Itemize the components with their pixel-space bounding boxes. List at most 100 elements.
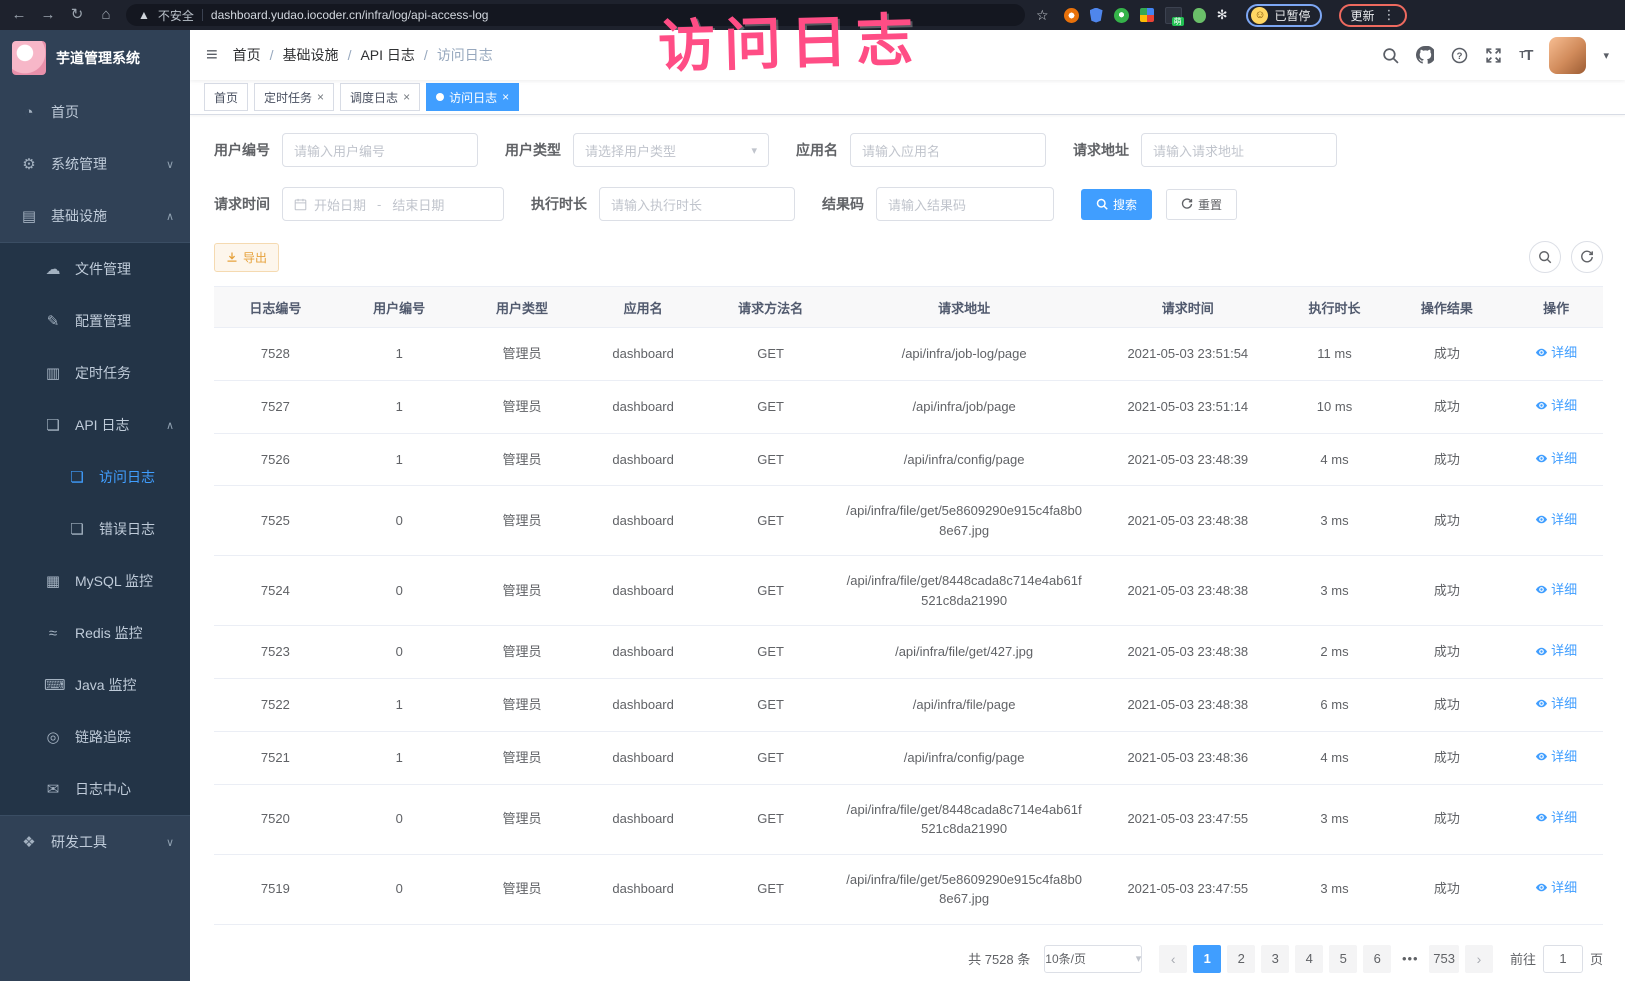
- extension-badge: 萌: [1172, 17, 1184, 26]
- sidebar-item-system-management[interactable]: ⚙ 系统管理 ∨: [0, 138, 190, 190]
- page-size-select[interactable]: 10条/页 ▾: [1044, 945, 1142, 973]
- browser-menu-icon[interactable]: ⋮: [1383, 7, 1396, 23]
- home-icon[interactable]: ⌂: [97, 0, 115, 30]
- breadcrumb-infrastructure[interactable]: 基础设施: [283, 45, 339, 65]
- page-button-4[interactable]: 4: [1295, 945, 1323, 973]
- cell-user_id: 0: [337, 626, 462, 679]
- extension-icon-sprout[interactable]: [1193, 8, 1206, 23]
- app-name-label: 应用名: [796, 140, 838, 160]
- sidebar-item-mysql-monitor[interactable]: ▦ MySQL 监控: [0, 555, 190, 607]
- reset-button[interactable]: 重置: [1166, 189, 1237, 220]
- close-icon[interactable]: ×: [317, 90, 324, 104]
- browser-profile-button[interactable]: ☺ 已暂停: [1246, 4, 1322, 27]
- tab-label: 调度日志: [350, 89, 398, 106]
- chevron-down-icon: ∨: [166, 836, 174, 849]
- page-button-6[interactable]: 6: [1363, 945, 1391, 973]
- sidebar-item-file-management[interactable]: ☁ 文件管理: [0, 243, 190, 295]
- sidebar-item-dev-tools[interactable]: ❖ 研发工具 ∨: [0, 816, 190, 868]
- back-icon[interactable]: ←: [10, 0, 28, 30]
- goto-page-input[interactable]: [1543, 945, 1583, 973]
- table-header-row: 日志编号 用户编号 用户类型 应用名 请求方法名 请求地址 请求时间 执行时长 …: [214, 287, 1603, 328]
- extension-icon-green[interactable]: [1114, 8, 1129, 23]
- breadcrumb-separator: /: [424, 47, 428, 63]
- tab-scheduled-tasks[interactable]: 定时任务 ×: [254, 83, 334, 111]
- extension-icon-shield[interactable]: [1090, 8, 1103, 23]
- extensions-puzzle-icon[interactable]: ✻: [1217, 7, 1228, 23]
- sidebar-item-log-center[interactable]: ✉ 日志中心: [0, 763, 190, 815]
- detail-link[interactable]: 详细: [1535, 343, 1577, 363]
- sidebar-item-java-monitor[interactable]: ⌨ Java 监控: [0, 659, 190, 711]
- bookmark-star-icon[interactable]: ☆: [1036, 7, 1049, 24]
- more-pages-icon[interactable]: •••: [1397, 951, 1423, 966]
- detail-link[interactable]: 详细: [1535, 808, 1577, 828]
- request-time-range-picker[interactable]: 开始日期 - 结束日期: [282, 187, 504, 221]
- tab-schedule-log[interactable]: 调度日志 ×: [340, 83, 420, 111]
- cell-user_type: 管理员: [462, 784, 583, 854]
- page-button-3[interactable]: 3: [1261, 945, 1289, 973]
- page-button-2[interactable]: 2: [1227, 945, 1255, 973]
- prev-page-button[interactable]: ‹: [1159, 945, 1187, 973]
- export-button[interactable]: 导出: [214, 243, 279, 272]
- detail-link[interactable]: 详细: [1535, 747, 1577, 767]
- hamburger-icon[interactable]: ≡: [206, 44, 218, 67]
- detail-link[interactable]: 详细: [1535, 449, 1577, 469]
- duration-input[interactable]: 请输入执行时长: [599, 187, 795, 221]
- search-icon[interactable]: [1382, 47, 1399, 64]
- detail-link[interactable]: 详细: [1535, 694, 1577, 714]
- toggle-search-button[interactable]: [1529, 241, 1561, 273]
- search-icon: [1538, 250, 1552, 264]
- request-url-input[interactable]: 请输入请求地址: [1141, 133, 1337, 167]
- sidebar-item-label: MySQL 监控: [75, 571, 153, 591]
- font-size-icon[interactable]: TT: [1519, 47, 1532, 64]
- tab-home[interactable]: 首页: [204, 83, 248, 111]
- sidebar-item-home[interactable]: ◔ 首页: [0, 86, 190, 138]
- forward-icon[interactable]: →: [39, 0, 57, 30]
- breadcrumb-home[interactable]: 首页: [233, 45, 261, 65]
- sidebar-logo[interactable]: 芋道管理系统: [0, 30, 190, 86]
- tab-access-log[interactable]: 访问日志 ×: [426, 83, 519, 111]
- avatar-caret-icon[interactable]: ▾: [1603, 49, 1609, 62]
- cell-url: /api/infra/file/get/427.jpg: [837, 626, 1091, 679]
- next-page-button[interactable]: ›: [1465, 945, 1493, 973]
- sidebar-item-access-log[interactable]: ❏ 访问日志: [0, 451, 190, 503]
- github-icon[interactable]: [1416, 46, 1434, 64]
- sidebar-item-scheduled-tasks[interactable]: ▥ 定时任务: [0, 347, 190, 399]
- cell-action: 详细: [1509, 433, 1603, 486]
- sidebar-item-redis-monitor[interactable]: ≈ Redis 监控: [0, 607, 190, 659]
- fullscreen-icon[interactable]: [1485, 47, 1502, 64]
- extension-icon-orange[interactable]: [1064, 8, 1079, 23]
- browser-update-button[interactable]: 更新 ⋮: [1339, 4, 1406, 27]
- close-icon[interactable]: ×: [403, 90, 410, 104]
- cell-app: dashboard: [582, 784, 704, 854]
- detail-link[interactable]: 详细: [1535, 396, 1577, 416]
- page-button-last[interactable]: 753: [1429, 945, 1459, 973]
- page-button-1[interactable]: 1: [1193, 945, 1221, 973]
- close-icon[interactable]: ×: [502, 90, 509, 104]
- extension-icon-dark[interactable]: 萌: [1165, 7, 1182, 24]
- sidebar-item-api-log[interactable]: ❏ API 日志 ∧: [0, 399, 190, 451]
- result-code-input[interactable]: 请输入结果码: [876, 187, 1054, 221]
- refresh-table-button[interactable]: [1571, 241, 1603, 273]
- extension-icon-grid[interactable]: [1140, 8, 1154, 22]
- user-type-select[interactable]: 请选择用户类型 ▾: [573, 133, 769, 167]
- breadcrumb-api-log[interactable]: API 日志: [360, 45, 414, 65]
- sidebar-item-link-tracing[interactable]: ◎ 链路追踪: [0, 711, 190, 763]
- detail-link[interactable]: 详细: [1535, 878, 1577, 898]
- app-name-input[interactable]: 请输入应用名: [850, 133, 1046, 167]
- help-icon[interactable]: ?: [1451, 47, 1468, 64]
- sidebar-item-config-management[interactable]: ✎ 配置管理: [0, 295, 190, 347]
- detail-link[interactable]: 详细: [1535, 580, 1577, 600]
- sidebar-item-infrastructure[interactable]: ▤ 基础设施 ∧: [0, 190, 190, 242]
- sidebar-item-error-log[interactable]: ❏ 错误日志: [0, 503, 190, 555]
- tab-label: 访问日志: [449, 89, 497, 106]
- page-button-5[interactable]: 5: [1329, 945, 1357, 973]
- sidebar-item-label: 首页: [51, 102, 79, 122]
- user-id-input[interactable]: 请输入用户编号: [282, 133, 478, 167]
- search-button[interactable]: 搜索: [1081, 189, 1152, 220]
- breadcrumb-access-log: 访问日志: [437, 45, 493, 65]
- detail-link[interactable]: 详细: [1535, 641, 1577, 661]
- reload-icon[interactable]: ↻: [68, 0, 86, 30]
- url-bar[interactable]: ▲ 不安全 dashboard.yudao.iocoder.cn/infra/l…: [126, 4, 1025, 26]
- detail-link[interactable]: 详细: [1535, 510, 1577, 530]
- user-avatar[interactable]: [1549, 37, 1586, 74]
